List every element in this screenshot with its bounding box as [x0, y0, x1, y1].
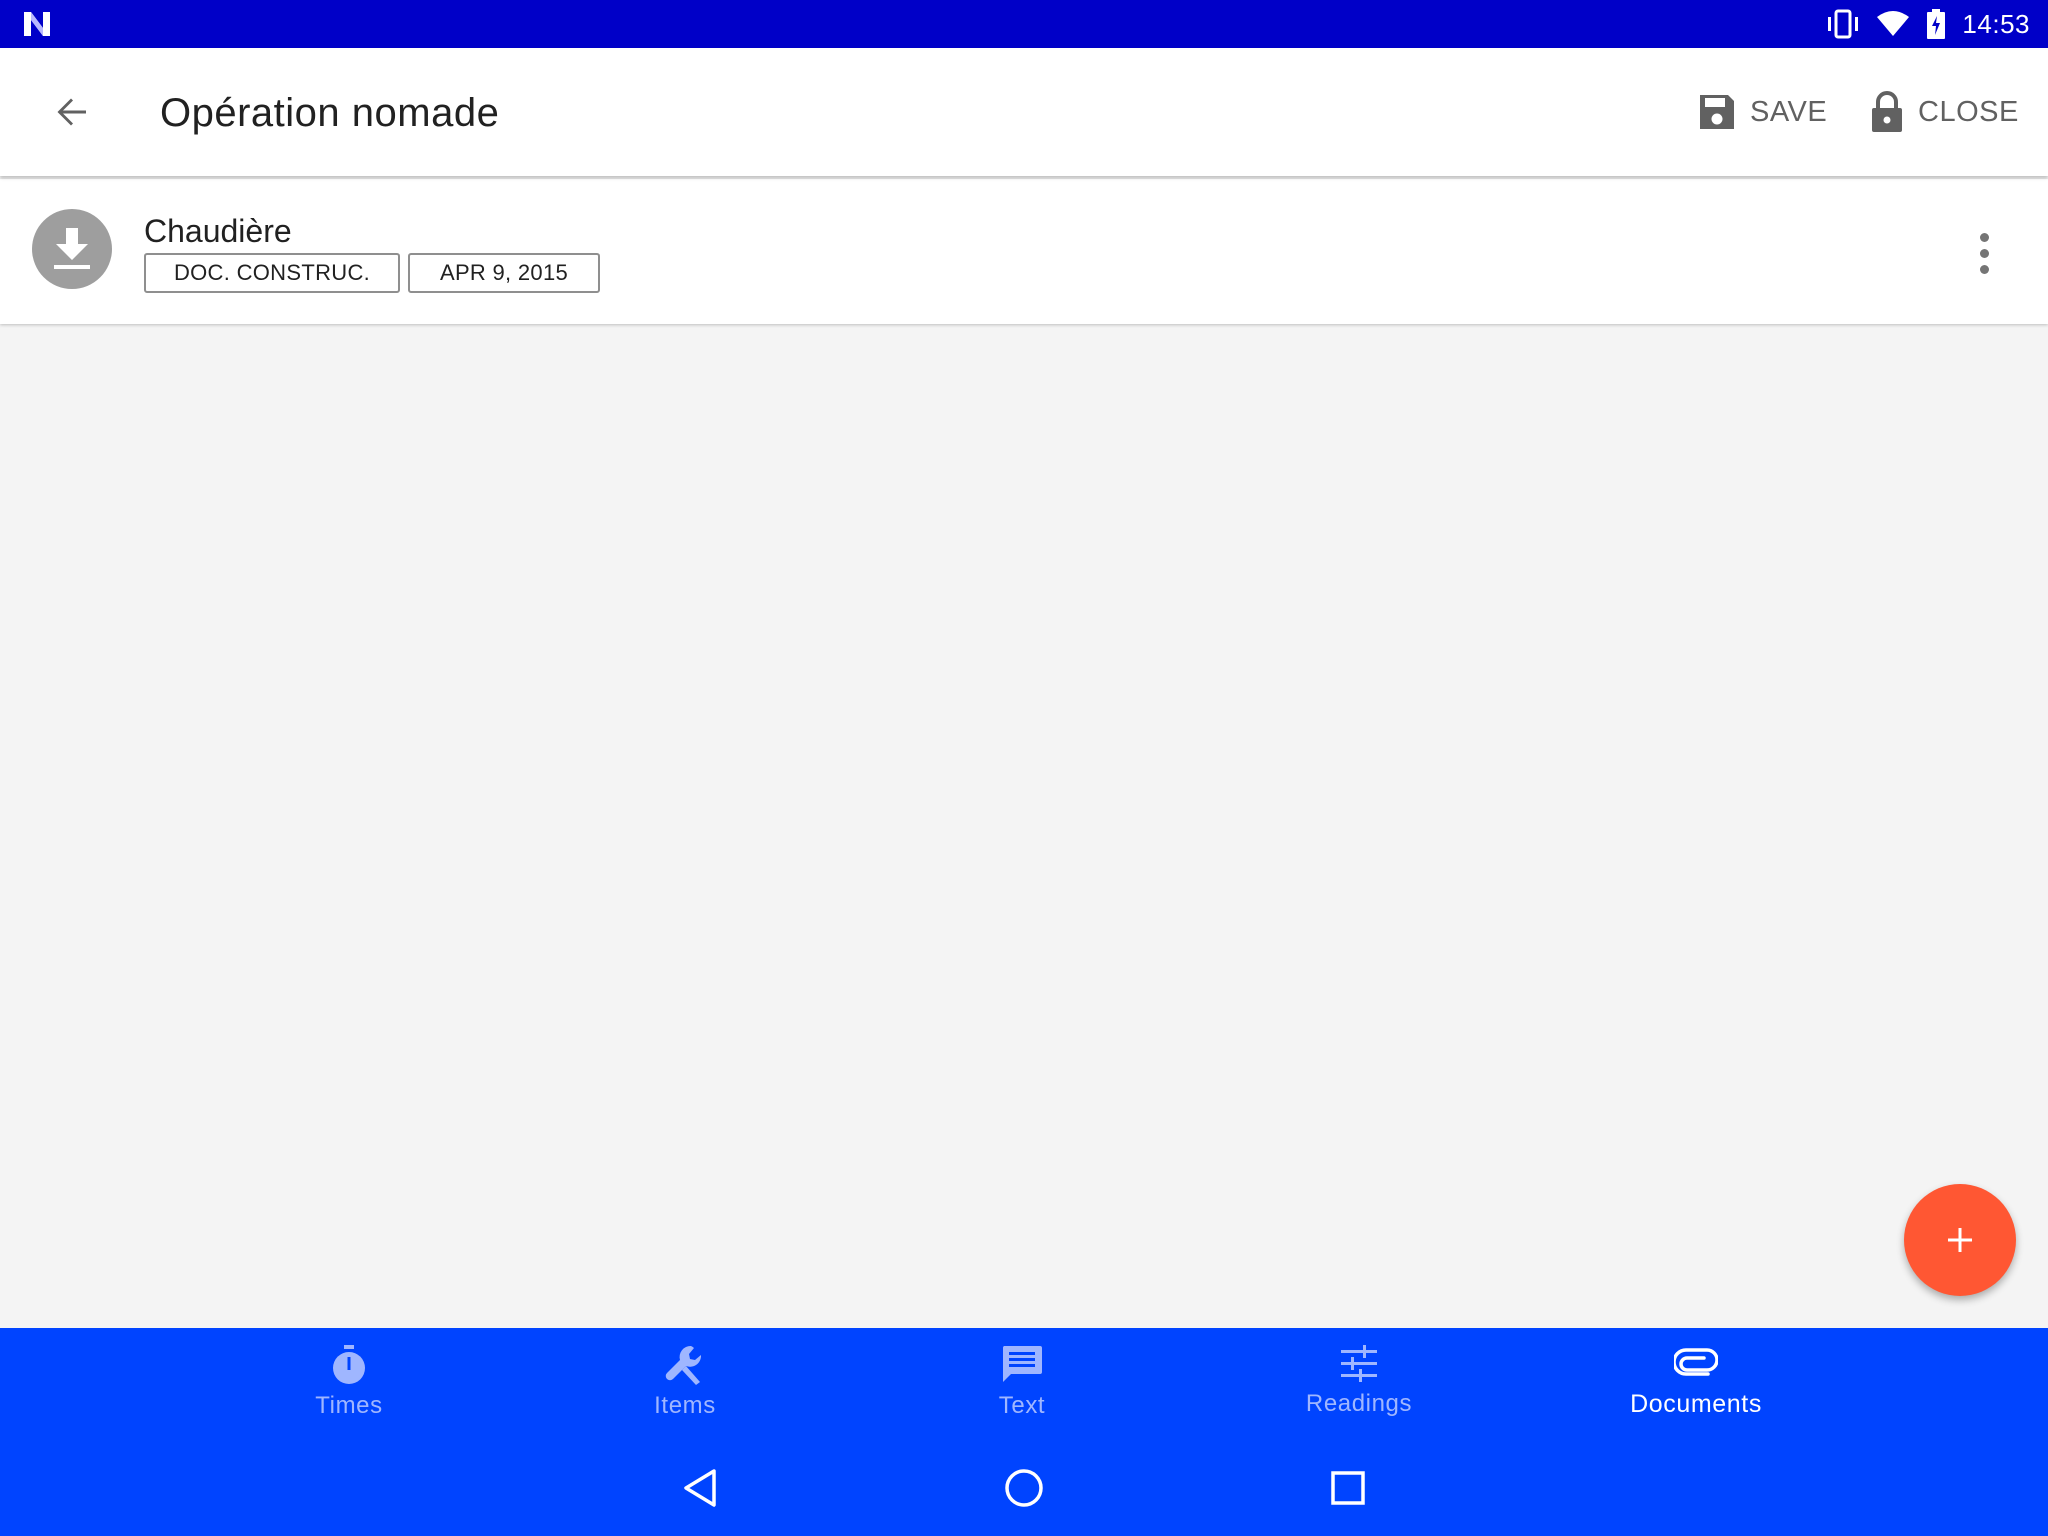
- tune-icon: [1341, 1345, 1377, 1382]
- tab-times-label: Times: [315, 1392, 383, 1419]
- close-label: CLOSE: [1918, 95, 2019, 128]
- add-document-fab[interactable]: [1904, 1184, 2016, 1296]
- message-icon: [1002, 1346, 1042, 1382]
- back-button[interactable]: [48, 88, 96, 136]
- more-options-button[interactable]: [1960, 223, 2008, 283]
- download-button[interactable]: [32, 209, 112, 289]
- system-back-button[interactable]: [668, 1460, 732, 1516]
- status-bar: 14:53: [0, 0, 2048, 48]
- tab-items[interactable]: Items: [575, 1328, 795, 1440]
- system-navigation-bar: [0, 1440, 2048, 1536]
- tab-documents[interactable]: Documents: [1586, 1328, 1806, 1440]
- status-icons: 14:53: [1826, 0, 2030, 48]
- system-home-button[interactable]: [992, 1460, 1056, 1516]
- save-icon: [1700, 95, 1734, 129]
- save-label: SAVE: [1750, 95, 1828, 128]
- bottom-navigation: Times Items Text Readings Documents: [0, 1328, 2048, 1440]
- app-bar: Opération nomade SAVE CLOSE: [0, 48, 2048, 176]
- timer-icon: [333, 1345, 365, 1384]
- close-button[interactable]: CLOSE: [1870, 88, 2019, 136]
- circle-home-icon: [1005, 1469, 1043, 1507]
- system-recents-button[interactable]: [1316, 1460, 1380, 1516]
- document-name: Chaudière: [144, 213, 292, 249]
- tab-text[interactable]: Text: [912, 1328, 1132, 1440]
- lock-icon: [1872, 91, 1902, 132]
- vibrate-icon: [1828, 9, 1859, 39]
- save-button[interactable]: SAVE: [1698, 88, 1827, 136]
- attachment-icon: [1674, 1348, 1718, 1376]
- plus-icon: [1948, 1228, 1972, 1252]
- tab-times[interactable]: Times: [239, 1328, 459, 1440]
- wrench-icon: [665, 1345, 702, 1385]
- tab-documents-label: Documents: [1630, 1390, 1762, 1418]
- page-title: Opération nomade: [160, 91, 500, 135]
- download-icon: [54, 228, 90, 269]
- tab-readings[interactable]: Readings: [1249, 1328, 1469, 1440]
- battery-charging-icon: [1927, 9, 1946, 39]
- document-date-badge: APR 9, 2015: [408, 253, 600, 293]
- square-recents-icon: [1331, 1471, 1365, 1505]
- more-vert-dot: [1979, 248, 1989, 258]
- document-category-badge: DOC. CONSTRUC.: [144, 253, 400, 293]
- tab-readings-label: Readings: [1305, 1390, 1413, 1417]
- wifi-icon: [1877, 11, 1910, 36]
- triangle-back-icon: [684, 1469, 716, 1507]
- tab-text-label: Text: [998, 1392, 1046, 1419]
- notification-n-icon: [24, 12, 50, 36]
- tab-items-label: Items: [654, 1392, 716, 1419]
- arrow-back-icon: [57, 98, 86, 126]
- more-vert-dot: [1979, 264, 1989, 274]
- more-vert-icon: [1979, 232, 1989, 242]
- document-list-item[interactable]: Chaudière DOC. CONSTRUC. APR 9, 2015: [0, 179, 2048, 324]
- status-time: 14:53: [1962, 8, 2030, 39]
